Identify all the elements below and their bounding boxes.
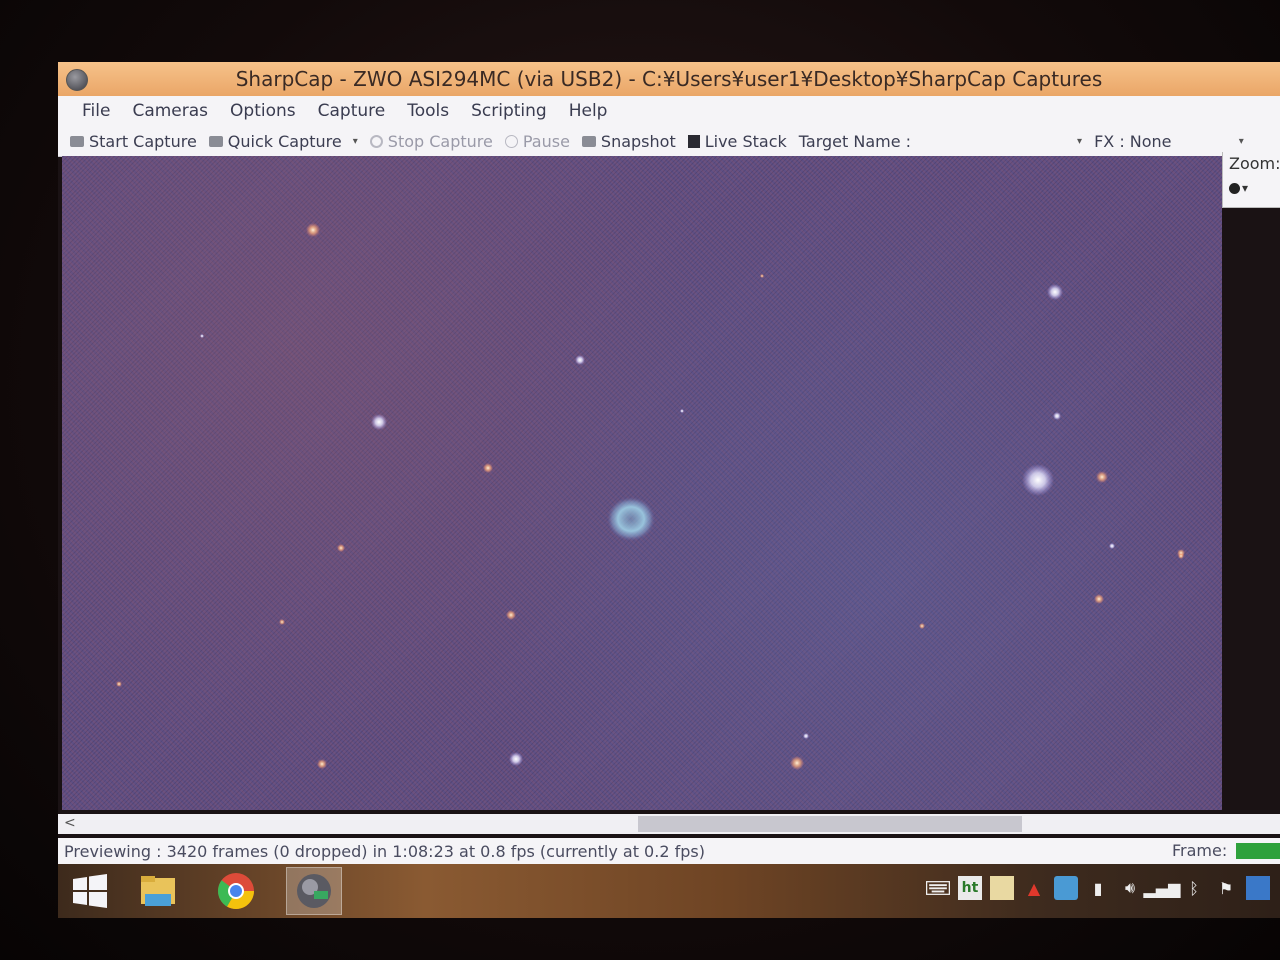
signal-icon[interactable]: ▂▄▆ <box>1144 876 1181 900</box>
status-text: Previewing : 3420 frames (0 dropped) in … <box>64 841 705 861</box>
star <box>680 409 684 413</box>
battery-icon[interactable]: ▮ <box>1086 876 1110 900</box>
zoom-dropdown[interactable]: ▾ <box>1229 181 1280 195</box>
pause-button[interactable]: Pause <box>504 131 570 151</box>
menu-cameras[interactable]: Cameras <box>122 101 218 121</box>
snapshot-button[interactable]: Snapshot <box>581 131 676 151</box>
taskbar: ht ▲ ▮ 🔊︎ ▂▄▆ ᛒ ⚑ <box>58 864 1280 918</box>
star <box>1178 553 1184 559</box>
menu-file[interactable]: File <box>72 101 120 121</box>
volume-icon[interactable]: 🔊︎ <box>1118 876 1142 900</box>
chevron-down-icon[interactable]: ▾ <box>353 136 358 147</box>
windows-start-icon[interactable] <box>62 867 118 915</box>
display-icon[interactable] <box>1246 876 1270 900</box>
star <box>317 759 327 769</box>
screen: SharpCap - ZWO ASI294MC (via USB2) - C:¥… <box>58 62 1280 918</box>
stop-capture-button[interactable]: Stop Capture <box>369 131 493 151</box>
file-explorer-icon[interactable] <box>130 867 186 915</box>
bright-star <box>1022 464 1054 496</box>
chevron-down-icon[interactable]: ▾ <box>1077 136 1082 147</box>
star <box>1094 594 1104 604</box>
menu-capture[interactable]: Capture <box>308 101 396 121</box>
target-name-group: Target Name : ▾ <box>799 132 1082 151</box>
notes-icon[interactable] <box>990 876 1014 900</box>
scroll-thumb[interactable] <box>638 816 1022 832</box>
star <box>760 274 764 278</box>
menu-tools[interactable]: Tools <box>397 101 459 121</box>
window-title: SharpCap - ZWO ASI294MC (via USB2) - C:¥… <box>235 67 1103 91</box>
star <box>1047 284 1063 300</box>
status-bar: Previewing : 3420 frames (0 dropped) in … <box>58 838 1280 864</box>
menu-options[interactable]: Options <box>220 101 306 121</box>
star <box>790 756 804 770</box>
toolbar: Start Capture Quick Capture ▾ Stop Captu… <box>58 126 1280 157</box>
menu-bar: File Cameras Options Capture Tools Scrip… <box>58 96 1280 126</box>
start-capture-label: Start Capture <box>89 131 197 151</box>
bluetooth-icon[interactable]: ᛒ <box>1182 876 1206 900</box>
stop-capture-label: Stop Capture <box>387 131 493 151</box>
camera-icon <box>70 135 84 147</box>
fx-label: FX : <box>1094 131 1125 151</box>
chevron-down-icon[interactable]: ▾ <box>1239 136 1244 147</box>
snapshot-label: Snapshot <box>600 131 676 151</box>
snapshot-icon <box>581 135 596 147</box>
star <box>509 752 523 766</box>
live-stack-label: Live Stack <box>704 131 787 151</box>
star <box>306 223 320 237</box>
scroll-left-icon[interactable]: < <box>64 815 76 831</box>
live-stack-icon <box>687 134 700 148</box>
zoom-panel: Zoom: ▾ <box>1222 152 1280 208</box>
acrobat-icon[interactable]: ▲ <box>1022 876 1046 900</box>
stop-icon <box>369 134 383 148</box>
magnifier-icon <box>1229 182 1240 194</box>
star <box>483 463 493 473</box>
target-name-label: Target Name : <box>798 131 912 151</box>
quick-capture-label: Quick Capture <box>227 131 342 151</box>
quick-capture-button[interactable]: Quick Capture ▾ <box>208 131 358 151</box>
menu-help[interactable]: Help <box>559 101 618 121</box>
pause-label: Pause <box>522 131 570 151</box>
star <box>1109 543 1115 549</box>
zoom-label: Zoom: <box>1229 154 1280 173</box>
ht-icon[interactable]: ht <box>958 876 982 900</box>
star <box>575 355 585 365</box>
network-app-icon[interactable] <box>1054 876 1078 900</box>
menu-scripting[interactable]: Scripting <box>461 101 557 121</box>
star <box>371 414 387 430</box>
star <box>116 681 122 687</box>
live-stack-button[interactable]: Live Stack <box>687 131 787 151</box>
star <box>803 733 809 739</box>
star <box>200 334 204 338</box>
frame-indicator <box>1236 843 1280 859</box>
chrome-icon[interactable] <box>208 867 264 915</box>
frame-label: Frame: <box>1172 841 1228 860</box>
chevron-down-icon: ▾ <box>1242 181 1249 195</box>
horizontal-scrollbar[interactable]: < <box>58 814 1280 834</box>
camera-preview[interactable] <box>62 156 1222 810</box>
star <box>1096 471 1108 483</box>
star <box>279 619 285 625</box>
sharpcap-icon[interactable] <box>286 867 342 915</box>
star-field <box>116 223 1185 770</box>
camera-icon <box>208 135 223 147</box>
keyboard-icon[interactable] <box>926 876 950 900</box>
title-bar: SharpCap - ZWO ASI294MC (via USB2) - C:¥… <box>58 62 1280 96</box>
start-capture-button[interactable]: Start Capture <box>70 132 197 151</box>
sharpcap-app-icon[interactable] <box>66 69 88 91</box>
star <box>506 610 516 620</box>
flag-icon[interactable]: ⚑ <box>1214 876 1238 900</box>
fx-select[interactable]: None <box>1130 132 1228 151</box>
fx-group: FX : None ▾ <box>1094 132 1244 151</box>
star <box>919 623 925 629</box>
system-tray: ht ▲ ▮ 🔊︎ ▂▄▆ ᛒ ⚑ <box>926 876 1270 900</box>
ring-nebula <box>607 497 655 541</box>
pause-icon <box>504 134 518 148</box>
star <box>337 544 345 552</box>
star <box>1053 412 1061 420</box>
